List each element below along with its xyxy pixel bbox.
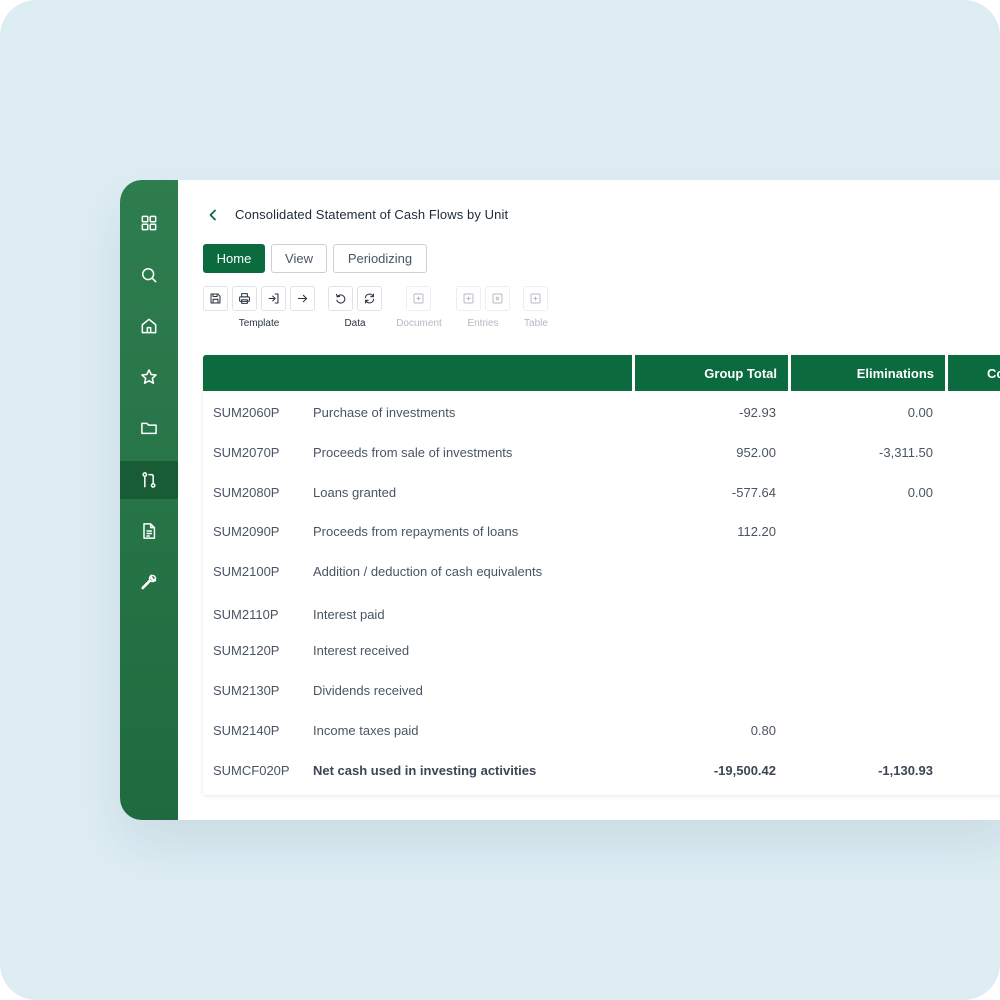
print-button[interactable] (232, 286, 257, 311)
row-group-total: -92.93 (739, 405, 776, 420)
save-button[interactable] (203, 286, 228, 311)
tab-periodizing[interactable]: Periodizing (333, 244, 427, 273)
row-code: SUMCF020P (213, 763, 290, 778)
home-icon (141, 318, 157, 334)
row-group-total: 0.80 (750, 723, 776, 738)
save-icon (210, 293, 221, 304)
table-row[interactable]: SUM2130P Dividends received (203, 676, 1000, 706)
document-add-button[interactable] (406, 286, 431, 311)
row-description: Income taxes paid (313, 723, 419, 738)
document-icon (143, 523, 156, 539)
sidebar-item-compare[interactable] (120, 461, 178, 499)
row-code: SUM2070P (213, 445, 280, 460)
entries-delete-button[interactable] (485, 286, 510, 311)
table-row[interactable]: SUM2060P Purchase of investments -92.93 … (203, 398, 1000, 428)
row-eliminations: -3,311.50 (879, 445, 933, 460)
star-icon (141, 369, 157, 384)
row-code: SUM2140P (213, 723, 280, 738)
table-total-row[interactable]: SUMCF020P Net cash used in investing act… (203, 756, 1000, 786)
tab-home[interactable]: Home (203, 244, 265, 273)
table-row[interactable]: SUM2110P Interest paid (203, 600, 1000, 630)
row-group-total: -19,500.42 (713, 763, 776, 778)
row-description: Interest paid (313, 607, 385, 622)
import-icon (268, 293, 279, 304)
row-description: Proceeds from repayments of loans (313, 524, 519, 539)
column-header-eliminations[interactable]: Eliminations (791, 355, 945, 391)
add-box-icon (413, 293, 424, 304)
row-group-total: -577.64 (731, 485, 776, 500)
backdrop: Consolidated Statement of Cash Flows by … (0, 0, 1000, 1000)
row-description: Proceeds from sale of investments (313, 445, 513, 460)
sidebar-item-home[interactable] (120, 307, 178, 345)
print-icon (239, 293, 250, 304)
row-group-total: 952.00 (736, 445, 776, 460)
row-code: SUM2060P (213, 405, 280, 420)
row-code: SUM2130P (213, 683, 280, 698)
delete-box-icon (492, 293, 503, 304)
chevron-left-icon (209, 209, 216, 221)
add-box-icon (530, 293, 541, 304)
row-code: SUM2110P (213, 607, 279, 622)
sidebar-item-dashboard[interactable] (120, 204, 178, 242)
row-description: Dividends received (313, 683, 423, 698)
sidebar-item-favorites[interactable] (120, 358, 178, 396)
table-row[interactable]: SUM2090P Proceeds from repayments of loa… (203, 517, 1000, 547)
refresh-icon (364, 293, 375, 304)
table-header: Group Total Eliminations Co (203, 355, 1000, 391)
column-header-group-total[interactable]: Group Total (635, 355, 788, 391)
sidebar-item-documents[interactable] (120, 512, 178, 550)
table-row[interactable]: SUM2080P Loans granted -577.64 0.00 (203, 478, 1000, 508)
table-row[interactable]: SUM2120P Interest received (203, 636, 1000, 666)
row-code: SUM2100P (213, 564, 280, 579)
main-content: Consolidated Statement of Cash Flows by … (178, 180, 1000, 820)
sidebar (120, 180, 178, 820)
row-code: SUM2080P (213, 485, 280, 500)
column-header-description[interactable] (203, 355, 632, 391)
page-title: Consolidated Statement of Cash Flows by … (235, 207, 509, 222)
forward-button[interactable] (290, 286, 315, 311)
wrench-icon (141, 574, 157, 590)
row-description: Purchase of investments (313, 405, 456, 420)
grid-icon (141, 215, 157, 231)
search-icon (142, 268, 157, 283)
data-table: Group Total Eliminations Co SUM2060P Pur… (203, 355, 1000, 795)
undo-icon (335, 293, 346, 304)
row-code: SUM2120P (213, 643, 280, 658)
row-eliminations: 0.00 (907, 485, 933, 500)
row-description: Loans granted (313, 485, 397, 500)
column-header-consolidated[interactable]: Co (948, 355, 1000, 391)
row-code: SUM2090P (213, 524, 280, 539)
table-add-button[interactable] (523, 286, 548, 311)
toolbar-group-label-table: Table (524, 318, 548, 329)
table-row[interactable]: SUM2100P Addition / deduction of cash eq… (203, 557, 1000, 587)
refresh-button[interactable] (357, 286, 382, 311)
import-button[interactable] (261, 286, 286, 311)
row-description: Addition / deduction of cash equivalents (313, 564, 543, 579)
row-eliminations: -1,130.93 (878, 763, 933, 778)
entries-add-button[interactable] (456, 286, 481, 311)
table-row[interactable]: SUM2140P Income taxes paid 0.80 (203, 716, 1000, 746)
row-eliminations: 0.00 (907, 405, 933, 420)
back-button[interactable] (204, 206, 222, 224)
row-description: Net cash used in investing activities (313, 763, 537, 778)
app-window: Consolidated Statement of Cash Flows by … (120, 180, 1000, 820)
row-description: Interest received (313, 643, 410, 658)
sidebar-item-search[interactable] (120, 256, 178, 294)
add-box-icon (463, 293, 474, 304)
folder-icon (141, 422, 157, 435)
sidebar-item-folders[interactable] (120, 409, 178, 447)
table-row[interactable]: SUM2070P Proceeds from sale of investmen… (203, 438, 1000, 468)
sidebar-item-tools[interactable] (120, 563, 178, 601)
arrow-right-icon (297, 294, 308, 303)
tab-view[interactable]: View (271, 244, 327, 273)
undo-button[interactable] (328, 286, 353, 311)
toolbar-group-label-template: Template (238, 318, 280, 329)
git-compare-icon (142, 472, 156, 488)
row-group-total: 112.20 (737, 524, 776, 539)
